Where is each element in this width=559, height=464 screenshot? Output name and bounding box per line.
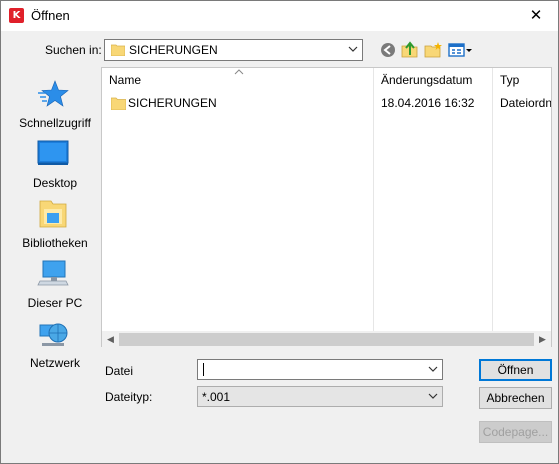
scrollbar-thumb[interactable] xyxy=(119,333,534,346)
place-label: Desktop xyxy=(32,176,78,190)
computer-icon xyxy=(37,260,69,286)
new-folder-icon[interactable] xyxy=(423,40,443,60)
column-header-type[interactable]: Typ xyxy=(493,68,551,93)
app-icon: K xyxy=(9,8,24,23)
filename-input[interactable] xyxy=(197,359,443,380)
file-row[interactable]: SICHERUNGEN 18.04.2016 16:32 Dateiordn xyxy=(102,94,552,114)
place-network[interactable]: Netzwerk xyxy=(11,319,99,375)
filetype-label: Dateityp: xyxy=(105,390,153,404)
folder-icon xyxy=(111,44,125,56)
look-in-label: Suchen in: xyxy=(45,43,102,57)
places-bar: Schnellzugriff Desktop Bibliotheken Dies… xyxy=(11,67,99,404)
scroll-right-icon[interactable]: ▶ xyxy=(534,331,551,348)
view-menu-icon[interactable] xyxy=(447,40,473,60)
close-button[interactable]: ✕ xyxy=(514,1,558,31)
horizontal-scrollbar[interactable]: ◀ ▶ xyxy=(102,331,551,348)
codepage-button[interactable]: Codepage... xyxy=(479,421,552,443)
chevron-down-icon xyxy=(428,393,438,399)
column-header-date[interactable]: Änderungsdatum xyxy=(374,68,492,93)
filetype-select[interactable]: *.001 xyxy=(197,386,443,407)
up-folder-icon[interactable] xyxy=(400,40,420,60)
file-name: SICHERUNGEN xyxy=(128,96,217,110)
title-bar: K Öffnen ✕ xyxy=(1,1,558,31)
network-icon xyxy=(39,323,68,346)
chevron-down-icon[interactable] xyxy=(428,364,438,374)
place-quick-access[interactable]: Schnellzugriff xyxy=(11,79,99,135)
filetype-value: *.001 xyxy=(202,390,231,404)
cancel-button[interactable]: Abbrechen xyxy=(479,387,552,409)
place-libraries[interactable]: Bibliotheken xyxy=(11,199,99,255)
desktop-icon xyxy=(37,140,69,165)
open-dialog: K Öffnen ✕ Suchen in: SICHERUNGEN Schnel… xyxy=(0,0,559,464)
file-date: 18.04.2016 16:32 xyxy=(381,96,475,110)
look-in-select[interactable]: SICHERUNGEN xyxy=(104,39,363,61)
look-in-value: SICHERUNGEN xyxy=(129,43,218,57)
scroll-left-icon[interactable]: ◀ xyxy=(102,331,119,348)
place-label: Netzwerk xyxy=(29,356,80,370)
column-header-name[interactable]: Name xyxy=(102,68,373,93)
dialog-title: Öffnen xyxy=(31,8,70,23)
back-icon[interactable] xyxy=(378,40,398,60)
star-icon xyxy=(38,80,69,107)
libraries-icon xyxy=(39,200,67,228)
place-label: Dieser PC xyxy=(27,296,83,310)
place-this-pc[interactable]: Dieser PC xyxy=(11,259,99,315)
filename-label: Datei xyxy=(105,364,134,378)
place-label: Schnellzugriff xyxy=(19,116,91,130)
chevron-down-icon xyxy=(348,46,358,52)
file-list[interactable]: Name Änderungsdatum Typ SICHERUNGEN 18.0… xyxy=(101,67,552,347)
folder-icon xyxy=(111,97,126,110)
open-button[interactable]: Öffnen xyxy=(479,359,552,381)
file-type: Dateiordn xyxy=(500,96,552,110)
place-desktop[interactable]: Desktop xyxy=(11,139,99,195)
text-cursor xyxy=(203,363,204,376)
place-label: Bibliotheken xyxy=(22,236,88,250)
